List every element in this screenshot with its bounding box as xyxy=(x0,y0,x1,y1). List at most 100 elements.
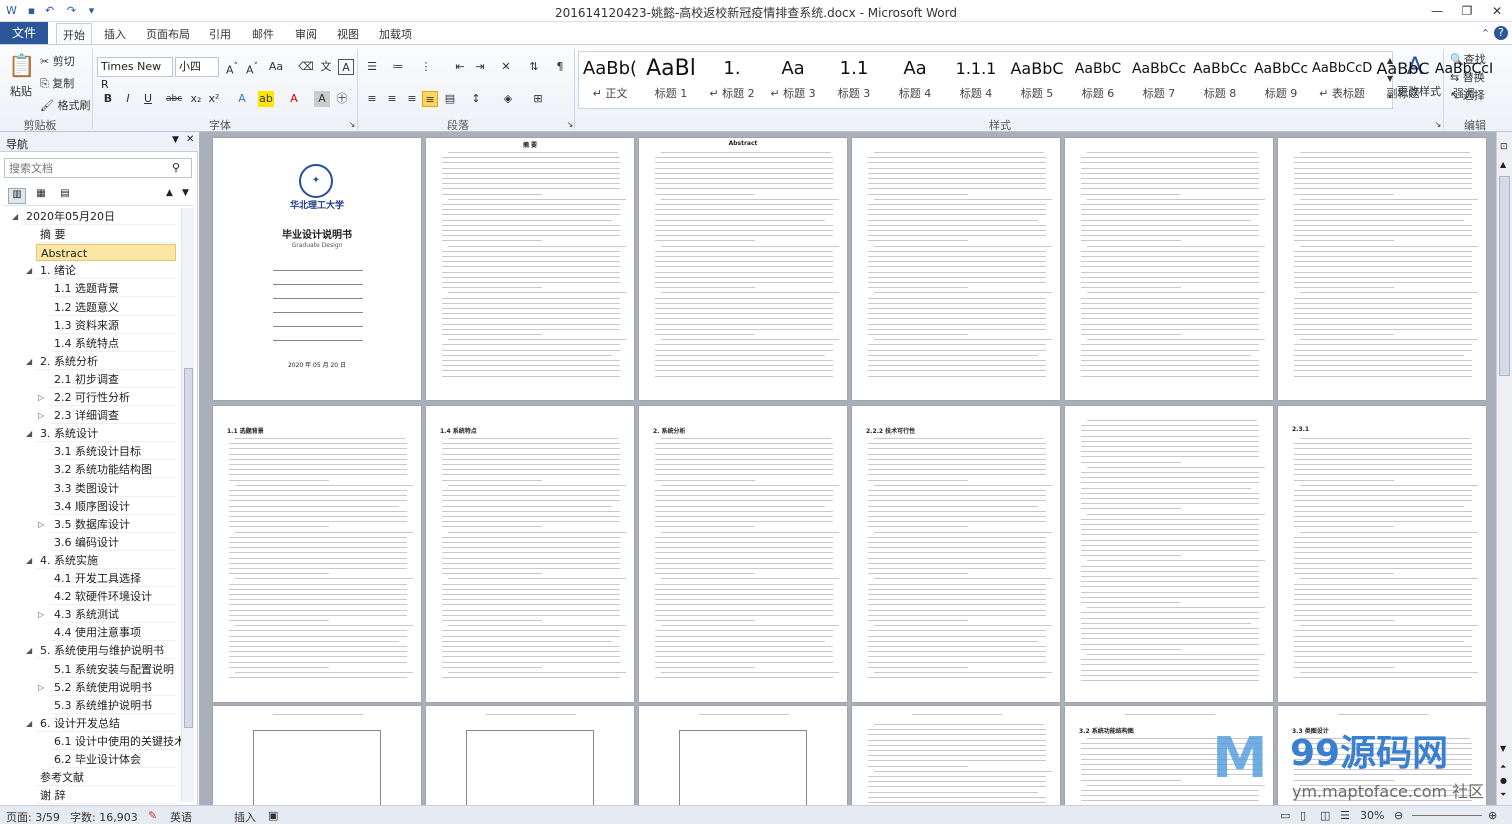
nav-heading-item[interactable]: 3. 系统设计 xyxy=(36,425,176,443)
nav-heading-item[interactable]: 4.1 开发工具选择 xyxy=(50,570,176,587)
style-2[interactable]: AaBl 标题 1 xyxy=(641,53,701,109)
minimize-ribbon-icon[interactable]: ⌃ xyxy=(1478,26,1493,41)
text-effects-icon[interactable]: A xyxy=(234,91,250,107)
font-size-select[interactable]: 小四 xyxy=(175,57,219,77)
page-thumbnail[interactable] xyxy=(639,706,847,805)
nav-heading-item[interactable]: 6. 设计开发总结 xyxy=(36,715,176,732)
style-8[interactable]: AaBbC 标题 5 xyxy=(1007,53,1067,109)
macro-icon[interactable]: ▣ xyxy=(268,809,278,822)
font-color-icon[interactable]: A xyxy=(286,91,302,107)
web-layout-icon[interactable]: ◫ xyxy=(1320,809,1330,822)
sort-icon[interactable]: ⇅ xyxy=(526,59,542,75)
nav-options-icon[interactable]: ▼ xyxy=(172,135,179,145)
style-11[interactable]: AaBbCc 标题 8 xyxy=(1190,53,1250,109)
align-left-icon[interactable]: ≡ xyxy=(364,91,380,107)
style-3[interactable]: 1. ↵ 标题 2 xyxy=(702,53,762,109)
nav-search-input[interactable] xyxy=(4,158,192,178)
zoom-slider[interactable] xyxy=(1412,815,1482,816)
nav-heading-item[interactable]: 5.2 系统使用说明书 xyxy=(50,679,176,696)
minimize-icon[interactable]: — xyxy=(1422,2,1452,20)
nav-heading-item[interactable]: 2.2 可行性分析 xyxy=(50,389,176,406)
line-spacing-icon[interactable]: ↕ xyxy=(468,91,484,107)
nav-heading-item[interactable]: 4. 系统实施 xyxy=(36,552,176,569)
grow-font-icon[interactable]: A˄ xyxy=(224,59,240,77)
nav-heading-item[interactable]: 3.6 编码设计 xyxy=(50,534,176,551)
page-thumbnail[interactable]: 2.3.1 xyxy=(1278,406,1486,702)
style-5[interactable]: 1.1 标题 3 xyxy=(824,53,884,109)
zoom-out-icon[interactable]: ⊖ xyxy=(1394,809,1403,822)
nav-heading-item[interactable]: 2020年05月20日 xyxy=(22,208,176,225)
nav-heading-item[interactable]: 2. 系统分析 xyxy=(36,353,176,370)
bold-icon[interactable]: B xyxy=(100,91,116,107)
expand-arrow-icon[interactable]: ▷ xyxy=(38,516,44,533)
bullets-icon[interactable]: ☰ xyxy=(364,59,380,75)
nav-heading-item[interactable]: 1.2 选题意义 xyxy=(50,299,176,316)
collapse-arrow-icon[interactable]: ◢ xyxy=(12,208,18,225)
nav-heading-item[interactable]: 谢 辞 xyxy=(36,787,176,805)
print-layout-icon[interactable]: ▭ xyxy=(1280,809,1290,822)
page-thumbnail[interactable] xyxy=(1065,406,1273,702)
language[interactable]: 英语 xyxy=(170,809,192,824)
style-6[interactable]: Aa 标题 4 xyxy=(885,53,945,109)
tab-view[interactable]: 视图 xyxy=(331,25,365,43)
collapse-arrow-icon[interactable]: ◢ xyxy=(26,715,32,732)
page-thumbnail[interactable] xyxy=(213,706,421,805)
nav-heading-item[interactable]: 3.2 系统功能结构图 xyxy=(50,461,176,479)
chinese-layout-icon[interactable]: ✕ xyxy=(498,59,514,75)
expand-arrow-icon[interactable]: ▷ xyxy=(38,389,44,406)
tab-review[interactable]: 审阅 xyxy=(289,25,323,43)
decrease-indent-icon[interactable]: ⇤ xyxy=(452,59,468,75)
nav-heading-item[interactable]: 1. 绪论 xyxy=(36,262,176,280)
format-painter-button[interactable]: 🖌 格式刷 xyxy=(40,97,90,113)
help-icon[interactable]: ? xyxy=(1494,26,1508,40)
nav-scroll-thumb[interactable] xyxy=(184,368,193,728)
nav-heading-item[interactable]: 5.1 系统安装与配置说明 xyxy=(50,661,176,678)
insert-mode[interactable]: 插入 xyxy=(234,809,256,824)
page-thumbnail[interactable]: 1.1 选题背景 xyxy=(213,406,421,702)
nav-heading-item[interactable]: 2.3 详细调查 xyxy=(50,407,176,425)
scroll-up-icon[interactable]: ▲ xyxy=(1500,160,1506,169)
scroll-down-icon[interactable]: ▼ xyxy=(1500,744,1506,753)
restore-icon[interactable]: ❐ xyxy=(1452,2,1482,20)
proofing-icon[interactable]: ✎ xyxy=(148,809,157,822)
nav-heading-item[interactable]: 3.3 类图设计 xyxy=(50,480,176,497)
style-12[interactable]: AaBbCc 标题 9 xyxy=(1251,53,1311,109)
expand-arrow-icon[interactable]: ▷ xyxy=(38,606,44,623)
font-name-select[interactable]: Times New R xyxy=(97,57,173,91)
collapse-arrow-icon[interactable]: ◢ xyxy=(26,552,32,569)
page-thumbnail[interactable] xyxy=(426,706,634,805)
cut-button[interactable]: ✂ 剪切 xyxy=(40,53,75,69)
nav-heading-item[interactable]: 1.3 资料来源 xyxy=(50,317,176,334)
subscript-icon[interactable]: x₂ xyxy=(188,91,204,107)
highlight-icon[interactable]: ab xyxy=(258,91,274,107)
next-page-icon[interactable]: ⏷ xyxy=(1500,790,1506,800)
collapse-arrow-icon[interactable]: ◢ xyxy=(26,425,32,442)
nav-heading-item[interactable]: 4.4 使用注意事项 xyxy=(50,624,176,642)
page-count[interactable]: 页面: 3/59 xyxy=(6,809,60,824)
tab-addins[interactable]: 加载项 xyxy=(373,25,418,43)
page-thumbnail[interactable]: 1.4 系统特点 xyxy=(426,406,634,702)
page-thumbnail[interactable] xyxy=(1065,138,1273,400)
document-area[interactable]: ✦ 华北理工大学 毕业设计说明书 Graduate Design 2020 年 05 月… xyxy=(199,132,1496,805)
nav-heading-item[interactable]: 1.1 选题背景 xyxy=(50,280,176,298)
superscript-icon[interactable]: x² xyxy=(206,91,222,107)
style-10[interactable]: AaBbCc 标题 7 xyxy=(1129,53,1189,109)
collapse-arrow-icon[interactable]: ◢ xyxy=(26,262,32,279)
word-count[interactable]: 字数: 16,903 xyxy=(70,809,138,824)
zoom-level[interactable]: 30% xyxy=(1360,809,1384,822)
paste-icon[interactable]: 📋 xyxy=(8,53,35,81)
nav-heading-item[interactable]: 5. 系统使用与维护说明书 xyxy=(36,642,176,660)
tab-page-layout[interactable]: 页面布局 xyxy=(140,25,196,43)
style-14[interactable]: AaBbC 副标题 xyxy=(1373,53,1433,109)
paragraph-dialog-icon[interactable]: ↘ xyxy=(562,117,578,133)
multilevel-list-icon[interactable]: ⋮ xyxy=(418,59,434,75)
nav-heading-item[interactable]: 3.5 数据库设计 xyxy=(50,516,176,533)
nav-scrollbar[interactable] xyxy=(181,208,194,802)
italic-icon[interactable]: I xyxy=(120,91,136,107)
shading-icon[interactable]: ◈ xyxy=(500,91,516,107)
page-thumbnail[interactable]: Abstract xyxy=(639,138,847,400)
expand-arrow-icon[interactable]: ▷ xyxy=(38,679,44,696)
style-4[interactable]: Aa ↵ 标题 3 xyxy=(763,53,823,109)
align-center-icon[interactable]: ≡ xyxy=(384,91,400,107)
nav-heading-item[interactable]: 参考文献 xyxy=(36,769,176,787)
